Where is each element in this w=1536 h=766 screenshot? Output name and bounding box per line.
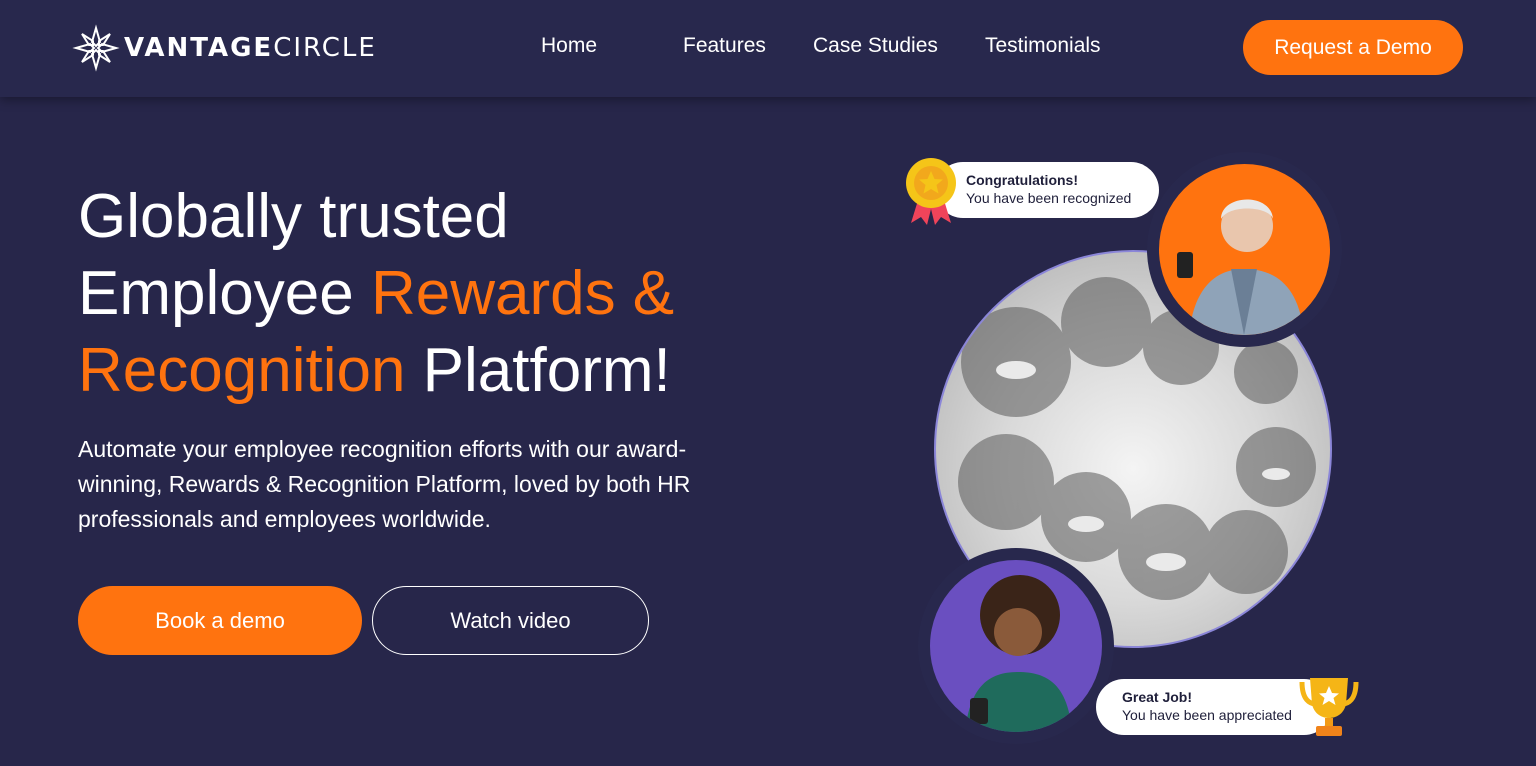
title-line-1: Globally trusted xyxy=(78,182,509,251)
title-accent-rewards: Rewards & xyxy=(370,259,675,328)
watch-video-button[interactable]: Watch video xyxy=(372,586,649,655)
navbar: VANTAGECIRCLE Home Features Case Studies… xyxy=(0,0,1536,97)
logo-bold-text: VANTAGE xyxy=(124,33,274,63)
nav-case-studies[interactable]: Case Studies xyxy=(813,34,938,58)
logo-wordmark: VANTAGECIRCLE xyxy=(124,33,377,63)
book-demo-button[interactable]: Book a demo xyxy=(78,586,362,655)
nav-testimonials[interactable]: Testimonials xyxy=(985,34,1101,58)
brand-logo[interactable]: VANTAGECIRCLE xyxy=(72,24,377,72)
medal-icon xyxy=(906,158,956,225)
vantage-logo-icon xyxy=(72,24,120,72)
congrats-title: Congratulations! xyxy=(966,172,1078,188)
nav-features[interactable]: Features xyxy=(683,34,766,58)
hero-title: Globally trusted Employee Rewards & Reco… xyxy=(78,178,778,409)
recognized-user-avatar xyxy=(1159,164,1330,335)
title-accent-recognition: Recognition xyxy=(78,336,406,405)
recognized-user-avatar-frame xyxy=(1147,152,1342,347)
appreciated-user-avatar-frame xyxy=(918,548,1114,744)
congrats-subtitle: You have been recognized xyxy=(966,190,1132,206)
appreciated-user-avatar xyxy=(930,560,1102,732)
logo-light-text: CIRCLE xyxy=(273,33,377,63)
hero-description: Automate your employee recognition effor… xyxy=(78,436,691,532)
nav-home[interactable]: Home xyxy=(541,34,597,58)
title-platform: Platform! xyxy=(422,336,671,405)
title-employee: Employee xyxy=(78,259,354,328)
congratulations-toast: Congratulations! You have been recognize… xyxy=(935,162,1159,218)
trophy-icon xyxy=(1299,678,1359,736)
request-demo-button[interactable]: Request a Demo xyxy=(1243,20,1463,75)
